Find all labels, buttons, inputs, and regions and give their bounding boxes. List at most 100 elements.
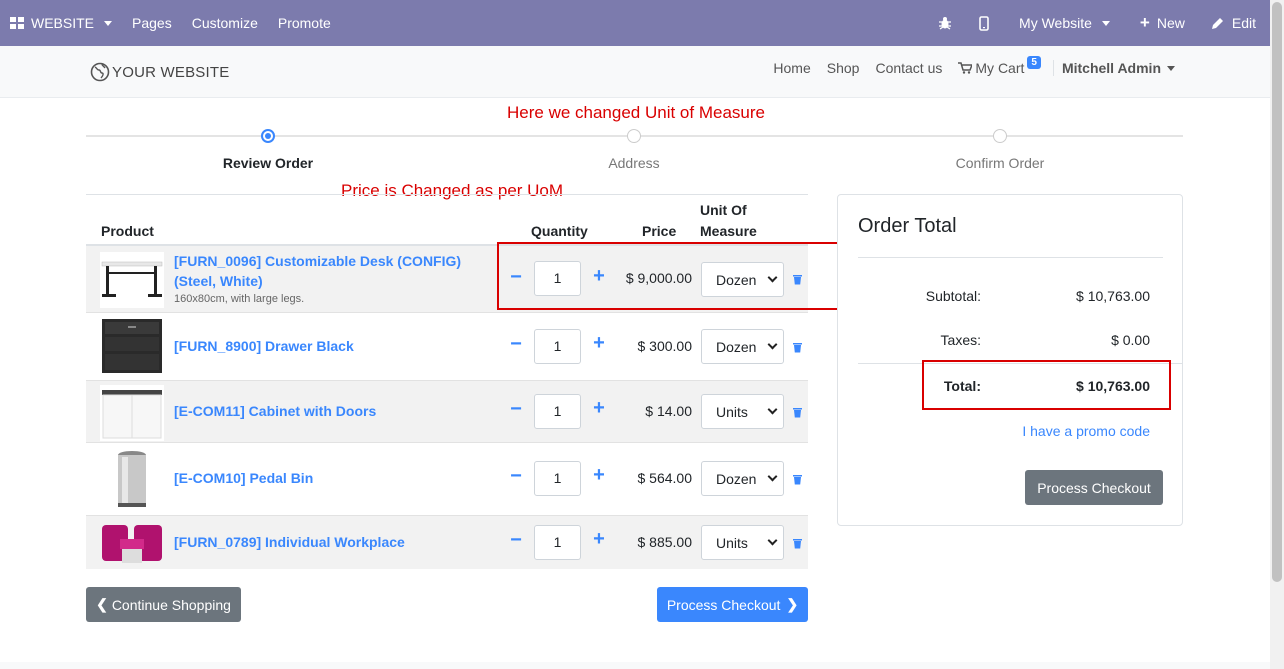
new-label: New [1156, 15, 1185, 31]
website-apps-menu[interactable]: WEBSITE [0, 15, 122, 31]
apps-grid-icon [10, 17, 24, 29]
col-quantity: Quantity [531, 223, 588, 239]
uom-select[interactable]: Dozen [701, 329, 784, 364]
product-name-link[interactable]: [FURN_8900] Drawer Black [174, 336, 494, 356]
quantity-input[interactable]: 1 [534, 525, 581, 560]
plus-icon: + [1139, 13, 1150, 32]
product-image-workplace[interactable] [100, 519, 164, 565]
user-name: Mitchell Admin [1061, 60, 1161, 76]
line-price: $ 885.00 [637, 534, 693, 550]
chevron-down-icon [767, 471, 778, 482]
product-image-cabinet[interactable] [100, 385, 164, 441]
chevron-down-icon [1167, 65, 1175, 71]
nav-contact-us[interactable]: Contact us [867, 60, 950, 76]
increase-quantity-button[interactable]: + [589, 528, 609, 551]
chevron-down-icon [767, 404, 778, 415]
decrease-quantity-button[interactable]: − [506, 529, 526, 552]
product-image-desk[interactable] [100, 252, 164, 308]
my-website-menu[interactable]: My Website [1003, 15, 1126, 31]
uom-select[interactable]: Units [701, 525, 784, 560]
debug-button[interactable] [925, 16, 965, 30]
edit-button[interactable]: Edit [1199, 15, 1270, 31]
uom-selected-value: Dozen [716, 338, 757, 355]
mobile-icon [979, 15, 989, 31]
my-website-label: My Website [1019, 15, 1092, 31]
decrease-quantity-button[interactable]: − [506, 465, 526, 488]
page-scrollbar[interactable] [1270, 0, 1284, 669]
quantity-input[interactable]: 1 [534, 394, 581, 429]
line-price: $ 14.00 [645, 403, 692, 419]
cart-line-row: [FURN_8900] Drawer Black − 1 + $ 300.00 … [86, 313, 808, 381]
uom-selected-value: Dozen [716, 470, 757, 487]
card-process-checkout-button[interactable]: Process Checkout [1025, 470, 1163, 505]
chevron-right-icon: ❯ [786, 596, 799, 612]
taxes-value: $ 0.00 [1111, 332, 1150, 348]
chevron-down-icon [767, 339, 778, 350]
pencil-icon [1211, 17, 1223, 29]
increase-quantity-button[interactable]: + [589, 332, 609, 355]
cart-page: Here we changed Unit of Measure Review O… [0, 98, 1270, 662]
trash-icon[interactable] [792, 538, 803, 549]
mobile-preview-button[interactable] [965, 15, 1003, 31]
cart-icon [958, 62, 973, 74]
cart-line-row: [E-COM11] Cabinet with Doors − 1 + $ 14.… [86, 381, 808, 443]
nav-shop[interactable]: Shop [819, 60, 868, 76]
cart-line-row: [FURN_0789] Individual Workplace − 1 + $… [86, 516, 808, 569]
bug-icon [939, 17, 952, 30]
cart-table-header: Product Quantity Price Unit Of Measure [86, 194, 808, 246]
chevron-down-icon [767, 535, 778, 546]
scrollbar-thumb[interactable] [1272, 2, 1282, 582]
site-logo[interactable]: YOUR WEBSITE [90, 62, 229, 82]
quantity-input[interactable]: 1 [534, 461, 581, 496]
highlight-box-total [922, 360, 1171, 410]
decrease-quantity-button[interactable]: − [506, 398, 526, 421]
product-name-link[interactable]: [FURN_0096] Customizable Desk (CONFIG) (… [174, 251, 494, 291]
website-label: WEBSITE [31, 15, 95, 31]
trash-icon[interactable] [792, 342, 803, 353]
step-address: Address [608, 155, 660, 171]
product-name-link[interactable]: [E-COM10] Pedal Bin [174, 468, 494, 488]
step-confirm-order: Confirm Order [955, 155, 1045, 171]
menu-customize[interactable]: Customize [182, 15, 268, 31]
admin-navbar: WEBSITE Pages Customize Promote My Websi… [0, 0, 1270, 46]
chevron-down-icon [1101, 20, 1110, 26]
product-image-pedal-bin[interactable] [100, 449, 164, 511]
product-description: 160x80cm, with large legs. [174, 293, 305, 305]
increase-quantity-button[interactable]: + [589, 464, 609, 487]
subtotal-label: Subtotal: [925, 288, 981, 304]
menu-promote[interactable]: Promote [268, 15, 341, 31]
quantity-input[interactable]: 1 [534, 329, 581, 364]
subtotal-value: $ 10,763.00 [1076, 288, 1150, 304]
trash-icon[interactable] [792, 474, 803, 485]
product-image-drawer[interactable] [100, 318, 164, 374]
product-name-link[interactable]: [E-COM11] Cabinet with Doors [174, 401, 494, 421]
menu-pages[interactable]: Pages [122, 15, 182, 31]
line-price: $ 564.00 [637, 470, 693, 486]
taxes-label: Taxes: [940, 332, 981, 348]
continue-shopping-button[interactable]: ❮ Continue Shopping [86, 587, 241, 622]
nav-home[interactable]: Home [765, 60, 818, 76]
trash-icon[interactable] [792, 407, 803, 418]
step-dot-review [261, 129, 275, 143]
card-process-checkout-label: Process Checkout [1037, 479, 1151, 496]
line-price: $ 300.00 [637, 338, 693, 354]
nav-my-cart[interactable]: My Cart 5 [950, 55, 1049, 76]
increase-quantity-button[interactable]: + [589, 397, 609, 420]
col-uom-line2: Measure [700, 223, 757, 239]
decrease-quantity-button[interactable]: − [506, 333, 526, 356]
col-product: Product [101, 223, 154, 239]
cart-label: My Cart [975, 60, 1025, 76]
user-menu[interactable]: Mitchell Admin [1052, 60, 1175, 76]
uom-select[interactable]: Units [701, 394, 784, 429]
logo-text: YOUR WEBSITE [112, 63, 230, 81]
promo-code-link[interactable]: I have a promo code [1022, 423, 1150, 439]
highlight-box-line [497, 242, 839, 310]
new-button[interactable]: + New [1126, 13, 1199, 33]
uom-select[interactable]: Dozen [701, 461, 784, 496]
process-checkout-button[interactable]: Process Checkout ❯ [657, 587, 808, 622]
cart-count-badge: 5 [1027, 55, 1041, 69]
product-name-link[interactable]: [FURN_0789] Individual Workplace [174, 532, 494, 552]
chevron-down-icon [104, 20, 113, 26]
chevron-left-icon: ❮ [96, 596, 108, 612]
annotation-uom-changed: Here we changed Unit of Measure [507, 103, 765, 122]
